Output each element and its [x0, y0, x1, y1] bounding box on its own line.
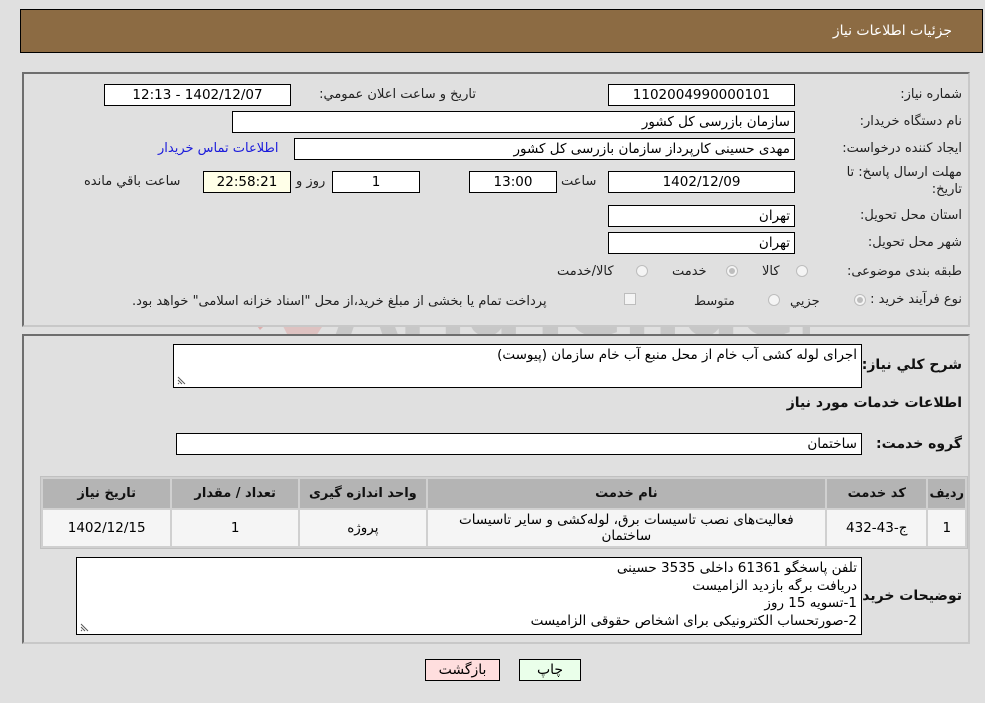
deadline-label: مهلت ارسال پاسخ: تا تاریخ: — [846, 165, 962, 197]
buyer-notes-line: تلفن پاسخگو 61361 داخلی 3535 حسینی — [616, 560, 857, 576]
category-radio-goods-service[interactable] — [636, 265, 648, 277]
buyer-notes-textarea[interactable]: تلفن پاسخگو 61361 داخلی 3535 حسینی دریاف… — [76, 557, 862, 635]
cell-code: ج-43-432 — [827, 510, 927, 546]
cell-quantity: 1 — [172, 510, 299, 546]
category-option-service: خدمت — [672, 264, 707, 279]
description-textarea[interactable]: اجرای لوله کشی آب خام از محل منبع آب خام… — [173, 344, 862, 388]
need-number-label: شماره نیاز: — [900, 87, 962, 102]
page-header: جزئيات اطلاعات نياز — [20, 9, 983, 53]
table-row: 1 ج-43-432 فعالیت‌های نصب تاسیسات برق، ل… — [43, 510, 965, 546]
province-label: استان محل تحویل: — [860, 208, 962, 223]
col-header-code: کد خدمت — [827, 479, 927, 508]
category-radio-goods[interactable] — [796, 265, 808, 277]
need-number-field: 1102004990000101 — [608, 84, 795, 106]
process-option-medium: متوسط — [694, 294, 735, 309]
print-button[interactable]: چاپ — [519, 659, 581, 681]
treasury-checkbox[interactable] — [624, 293, 636, 305]
col-header-unit: واحد اندازه گیری — [300, 479, 426, 508]
category-radio-service[interactable] — [726, 265, 738, 277]
table-header-row: ردیف کد خدمت نام خدمت واحد اندازه گیری ت… — [43, 479, 965, 508]
col-header-quantity: تعداد / مقدار — [172, 479, 299, 508]
category-option-goods-service: کالا/خدمت — [557, 264, 614, 279]
buyer-org-field: سازمان بازرسی کل کشور — [232, 111, 795, 133]
services-table: ردیف کد خدمت نام خدمت واحد اندازه گیری ت… — [40, 476, 968, 549]
service-group-field: ساختمان — [176, 433, 862, 455]
process-radio-minor[interactable] — [854, 294, 866, 306]
process-label: نوع فرآیند خرید : — [870, 292, 962, 307]
buyer-notes-line: 1-تسویه 15 روز — [764, 595, 857, 611]
description-label: شرح کلي نياز: — [861, 357, 962, 373]
process-option-minor: جزيي — [790, 294, 820, 309]
buyer-notes-line: 2-صورتحساب الکترونیکی برای اشخاص حقوقی ا… — [530, 612, 857, 629]
days-remaining-field: 1 — [332, 171, 420, 193]
remaining-label: ساعت باقي مانده — [84, 174, 181, 189]
cell-name: فعالیت‌های نصب تاسیسات برق، لوله‌کشی و س… — [427, 510, 826, 546]
buyer-org-label: نام دستگاه خریدار: — [859, 114, 962, 129]
days-label: روز و — [296, 174, 326, 189]
cell-row: 1 — [928, 510, 965, 546]
description-text: اجرای لوله کشی آب خام از محل منبع آب خام… — [497, 347, 857, 363]
province-field: تهران — [608, 205, 795, 227]
deadline-time-field: 13:00 — [469, 171, 557, 193]
page-title: جزئيات اطلاعات نياز — [832, 23, 952, 39]
col-header-date: تاریخ نیاز — [43, 479, 171, 508]
creator-field: مهدی حسینی کارپرداز سازمان بازرسی کل کشو… — [294, 138, 795, 160]
treasury-note: پرداخت تمام یا بخشی از مبلغ خرید،از محل … — [132, 294, 547, 309]
buyer-notes-line: دریافت برگه بازدید الزامیست — [692, 577, 857, 594]
services-heading: اطلاعات خدمات مورد نياز — [786, 395, 962, 411]
details-panel: شماره نیاز: 1102004990000101 تاريخ و ساع… — [22, 72, 970, 327]
category-label: طبقه بندی موضوعی: — [846, 264, 962, 279]
col-header-name: نام خدمت — [427, 479, 826, 508]
city-label: شهر محل تحویل: — [867, 235, 962, 250]
creator-label: ایجاد کننده درخواست: — [842, 141, 962, 156]
category-option-goods: کالا — [762, 264, 780, 279]
city-field: تهران — [608, 232, 795, 254]
announce-label: تاريخ و ساعت اعلان عمومي: — [319, 87, 476, 102]
cell-date: 1402/12/15 — [43, 510, 171, 546]
buyer-contact-link[interactable]: اطلاعات تماس خریدار — [158, 141, 278, 156]
col-header-row: ردیف — [928, 479, 965, 508]
remaining-time-field: 22:58:21 — [203, 171, 291, 193]
announce-datetime-field: 1402/12/07 - 12:13 — [104, 84, 291, 106]
cell-unit: پروژه — [300, 510, 426, 546]
service-group-label: گروه خدمت: — [876, 436, 962, 452]
deadline-time-label: ساعت — [561, 174, 597, 189]
summary-panel: شرح کلي نياز: اجرای لوله کشی آب خام از م… — [22, 334, 970, 644]
resize-grip-icon[interactable] — [177, 375, 187, 385]
process-radio-medium[interactable] — [768, 294, 780, 306]
back-button[interactable]: بازگشت — [425, 659, 500, 681]
deadline-date-field: 1402/12/09 — [608, 171, 795, 193]
resize-grip-icon[interactable] — [80, 622, 90, 632]
